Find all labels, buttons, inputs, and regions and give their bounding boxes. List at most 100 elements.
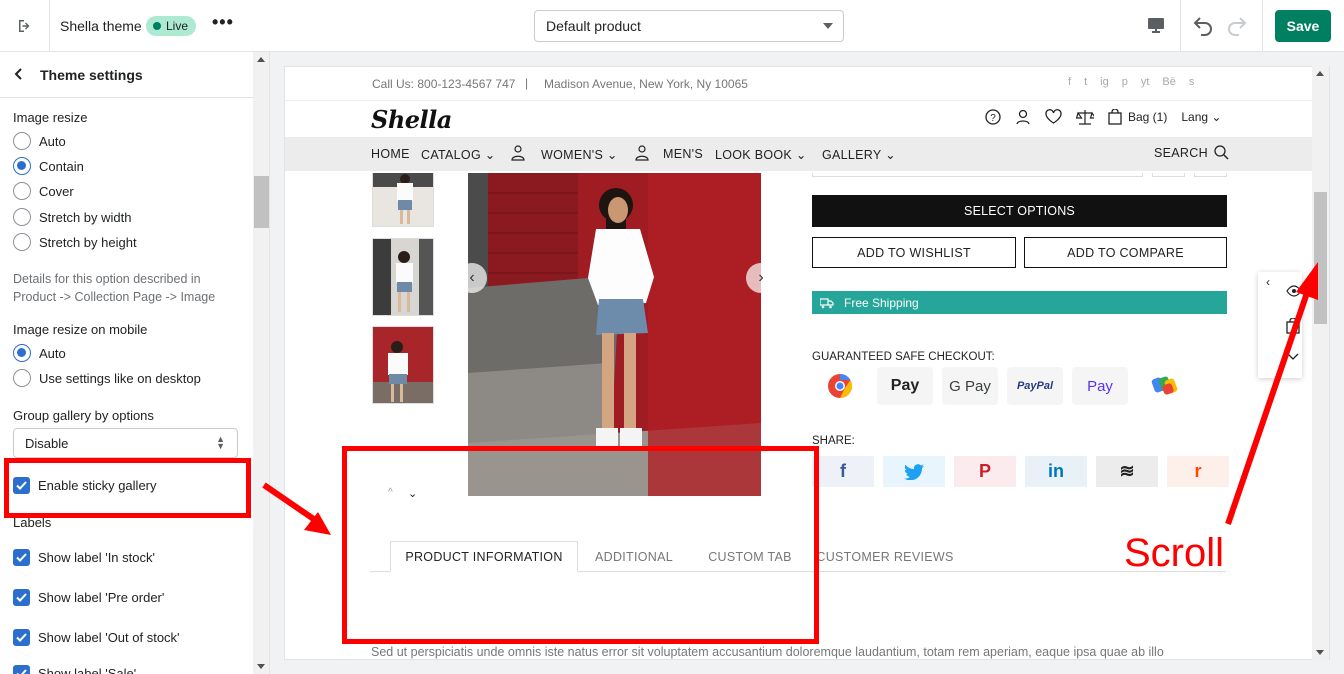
- nav-gallery[interactable]: GALLERY ⌄: [822, 147, 896, 162]
- field-bottom-edge: [812, 173, 1143, 177]
- chevron-down-icon: ⌄: [606, 148, 618, 162]
- sidebar-scrollbar[interactable]: [253, 52, 269, 674]
- desktop-view-icon[interactable]: [1146, 15, 1166, 40]
- twitter-icon[interactable]: t: [1084, 76, 1087, 88]
- scrollbar-thumb[interactable]: [1314, 192, 1327, 324]
- nav-womens[interactable]: WOMEN'S ⌄: [541, 147, 618, 162]
- template-select[interactable]: Default product: [534, 10, 844, 42]
- chevron-right-icon: ›: [758, 269, 764, 286]
- add-to-compare-button[interactable]: ADD TO COMPARE: [1024, 237, 1227, 268]
- group-gallery-select[interactable]: Disable ▲ ▼: [13, 428, 238, 458]
- nav-lookbook[interactable]: LOOK BOOK ⌄: [715, 147, 807, 162]
- gallery-thumbnail[interactable]: [372, 326, 434, 404]
- back-chevron-icon[interactable]: [14, 67, 24, 83]
- nav-mens[interactable]: MEN'S: [663, 147, 703, 161]
- bag-icon[interactable]: [1286, 318, 1300, 334]
- bag-button[interactable]: Bag (1): [1108, 109, 1167, 125]
- chevron-down-icon: ⌄: [885, 148, 896, 162]
- radio-stretch-height[interactable]: Stretch by height: [13, 233, 137, 251]
- instagram-icon[interactable]: ig: [1100, 76, 1109, 88]
- scroll-up-icon[interactable]: [1316, 71, 1324, 76]
- floating-tools-panel: ‹: [1258, 272, 1302, 378]
- scroll-up-icon[interactable]: [257, 57, 265, 62]
- nav-label: GALLERY: [822, 148, 882, 162]
- youtube-icon[interactable]: yt: [1141, 76, 1150, 88]
- account-icon[interactable]: [1015, 109, 1031, 125]
- label-out-of-stock-checkbox[interactable]: Show label 'Out of stock': [13, 629, 180, 646]
- redo-icon[interactable]: [1226, 14, 1248, 41]
- radio-circle-selected: [13, 344, 31, 362]
- radio-auto[interactable]: Auto: [13, 132, 66, 150]
- phone-text: Call Us: 800-123-4567 747: [372, 77, 516, 91]
- chevron-left-icon[interactable]: ‹: [1258, 272, 1278, 292]
- tab-customer-reviews[interactable]: CUSTOMER REVIEWS: [810, 541, 960, 572]
- select-options-button[interactable]: SELECT OPTIONS: [812, 195, 1227, 227]
- add-to-wishlist-button[interactable]: ADD TO WISHLIST: [812, 237, 1016, 268]
- more-actions-button[interactable]: •••: [212, 12, 234, 33]
- share-pinterest-button[interactable]: P: [954, 456, 1016, 487]
- nav-home[interactable]: HOME: [371, 147, 410, 161]
- nav-search[interactable]: SEARCH: [1154, 145, 1229, 160]
- facebook-icon[interactable]: f: [1068, 76, 1071, 88]
- facebook-icon: f: [840, 461, 846, 481]
- behance-icon[interactable]: Bē: [1162, 76, 1175, 88]
- sidebar-header: Theme settings: [0, 52, 269, 98]
- free-shipping-label: Free Shipping: [844, 295, 919, 310]
- share-linkedin-button[interactable]: in: [1025, 456, 1087, 487]
- label-pre-order-checkbox[interactable]: Show label 'Pre order': [13, 589, 164, 606]
- pinterest-icon[interactable]: p: [1122, 76, 1128, 88]
- share-buffer-button[interactable]: ≋: [1096, 456, 1158, 487]
- undo-icon[interactable]: [1192, 14, 1214, 41]
- scrollbar-thumb[interactable]: [254, 176, 269, 228]
- skype-icon[interactable]: s: [1189, 76, 1195, 88]
- save-button[interactable]: Save: [1275, 10, 1331, 42]
- help-text: Details for this option described in Pro…: [13, 272, 216, 304]
- help-icon[interactable]: ?: [985, 109, 1001, 125]
- payment-label: Pay: [1087, 377, 1113, 395]
- qty-plus-edge: [1194, 173, 1227, 177]
- lang-dropdown[interactable]: Lang ⌄: [1181, 110, 1221, 124]
- label-sale-checkbox[interactable]: Show label 'Sale': [13, 665, 136, 674]
- sidebar-title: Theme settings: [40, 66, 143, 83]
- radio-contain[interactable]: Contain: [13, 157, 84, 175]
- radio-mobile-auto[interactable]: Auto: [13, 344, 66, 362]
- radio-label: Stretch by width: [39, 209, 132, 225]
- share-facebook-button[interactable]: f: [812, 456, 874, 487]
- radio-mobile-desktop[interactable]: Use settings like on desktop: [13, 369, 201, 387]
- buffer-icon: ≋: [1119, 461, 1135, 481]
- radio-circle: [13, 233, 31, 251]
- radio-stretch-width[interactable]: Stretch by width: [13, 208, 132, 226]
- chevron-down-icon: ⌄: [484, 148, 496, 162]
- chevron-down-icon[interactable]: [1286, 352, 1300, 362]
- gallery-thumbnail[interactable]: [372, 173, 434, 227]
- shop-pay-icon: Pay: [1072, 367, 1128, 405]
- exit-icon[interactable]: [0, 0, 50, 52]
- store-logo[interactable]: Shella: [371, 105, 452, 134]
- divider: [1262, 0, 1263, 52]
- next-image-button[interactable]: ›: [746, 263, 776, 293]
- label-in-stock-checkbox[interactable]: Show label 'In stock': [13, 549, 155, 566]
- payment-chrome-icon: [812, 367, 868, 405]
- scroll-down-icon[interactable]: [257, 664, 265, 669]
- share-reddit-button[interactable]: r: [1167, 456, 1229, 487]
- share-twitter-button[interactable]: [883, 456, 945, 487]
- main-navigation: HOME CATALOG ⌄ WOMEN'S ⌄ MEN'S LOOK BOOK…: [285, 137, 1313, 171]
- gallery-thumbnail[interactable]: [372, 238, 434, 316]
- scroll-down-icon[interactable]: [1316, 650, 1324, 655]
- radio-circle: [13, 132, 31, 150]
- eye-icon[interactable]: [1286, 285, 1302, 297]
- live-dot-icon: [153, 22, 161, 30]
- guaranteed-checkout-label: GUARANTEED SAFE CHECKOUT:: [812, 351, 995, 363]
- radio-cover[interactable]: Cover: [13, 182, 74, 200]
- radio-circle: [13, 208, 31, 226]
- template-select-value: Default product: [546, 18, 641, 34]
- truck-icon: [820, 297, 834, 308]
- preview-scrollbar[interactable]: [1312, 66, 1329, 660]
- wishlist-heart-icon[interactable]: [1045, 109, 1062, 125]
- compare-scale-icon[interactable]: [1076, 109, 1094, 125]
- nav-catalog[interactable]: CATALOG ⌄: [421, 147, 496, 162]
- checkmark-icon: [13, 665, 30, 674]
- prev-image-button[interactable]: ‹: [457, 263, 487, 293]
- group-gallery-value: Disable: [25, 435, 69, 451]
- pinterest-icon: P: [978, 461, 991, 481]
